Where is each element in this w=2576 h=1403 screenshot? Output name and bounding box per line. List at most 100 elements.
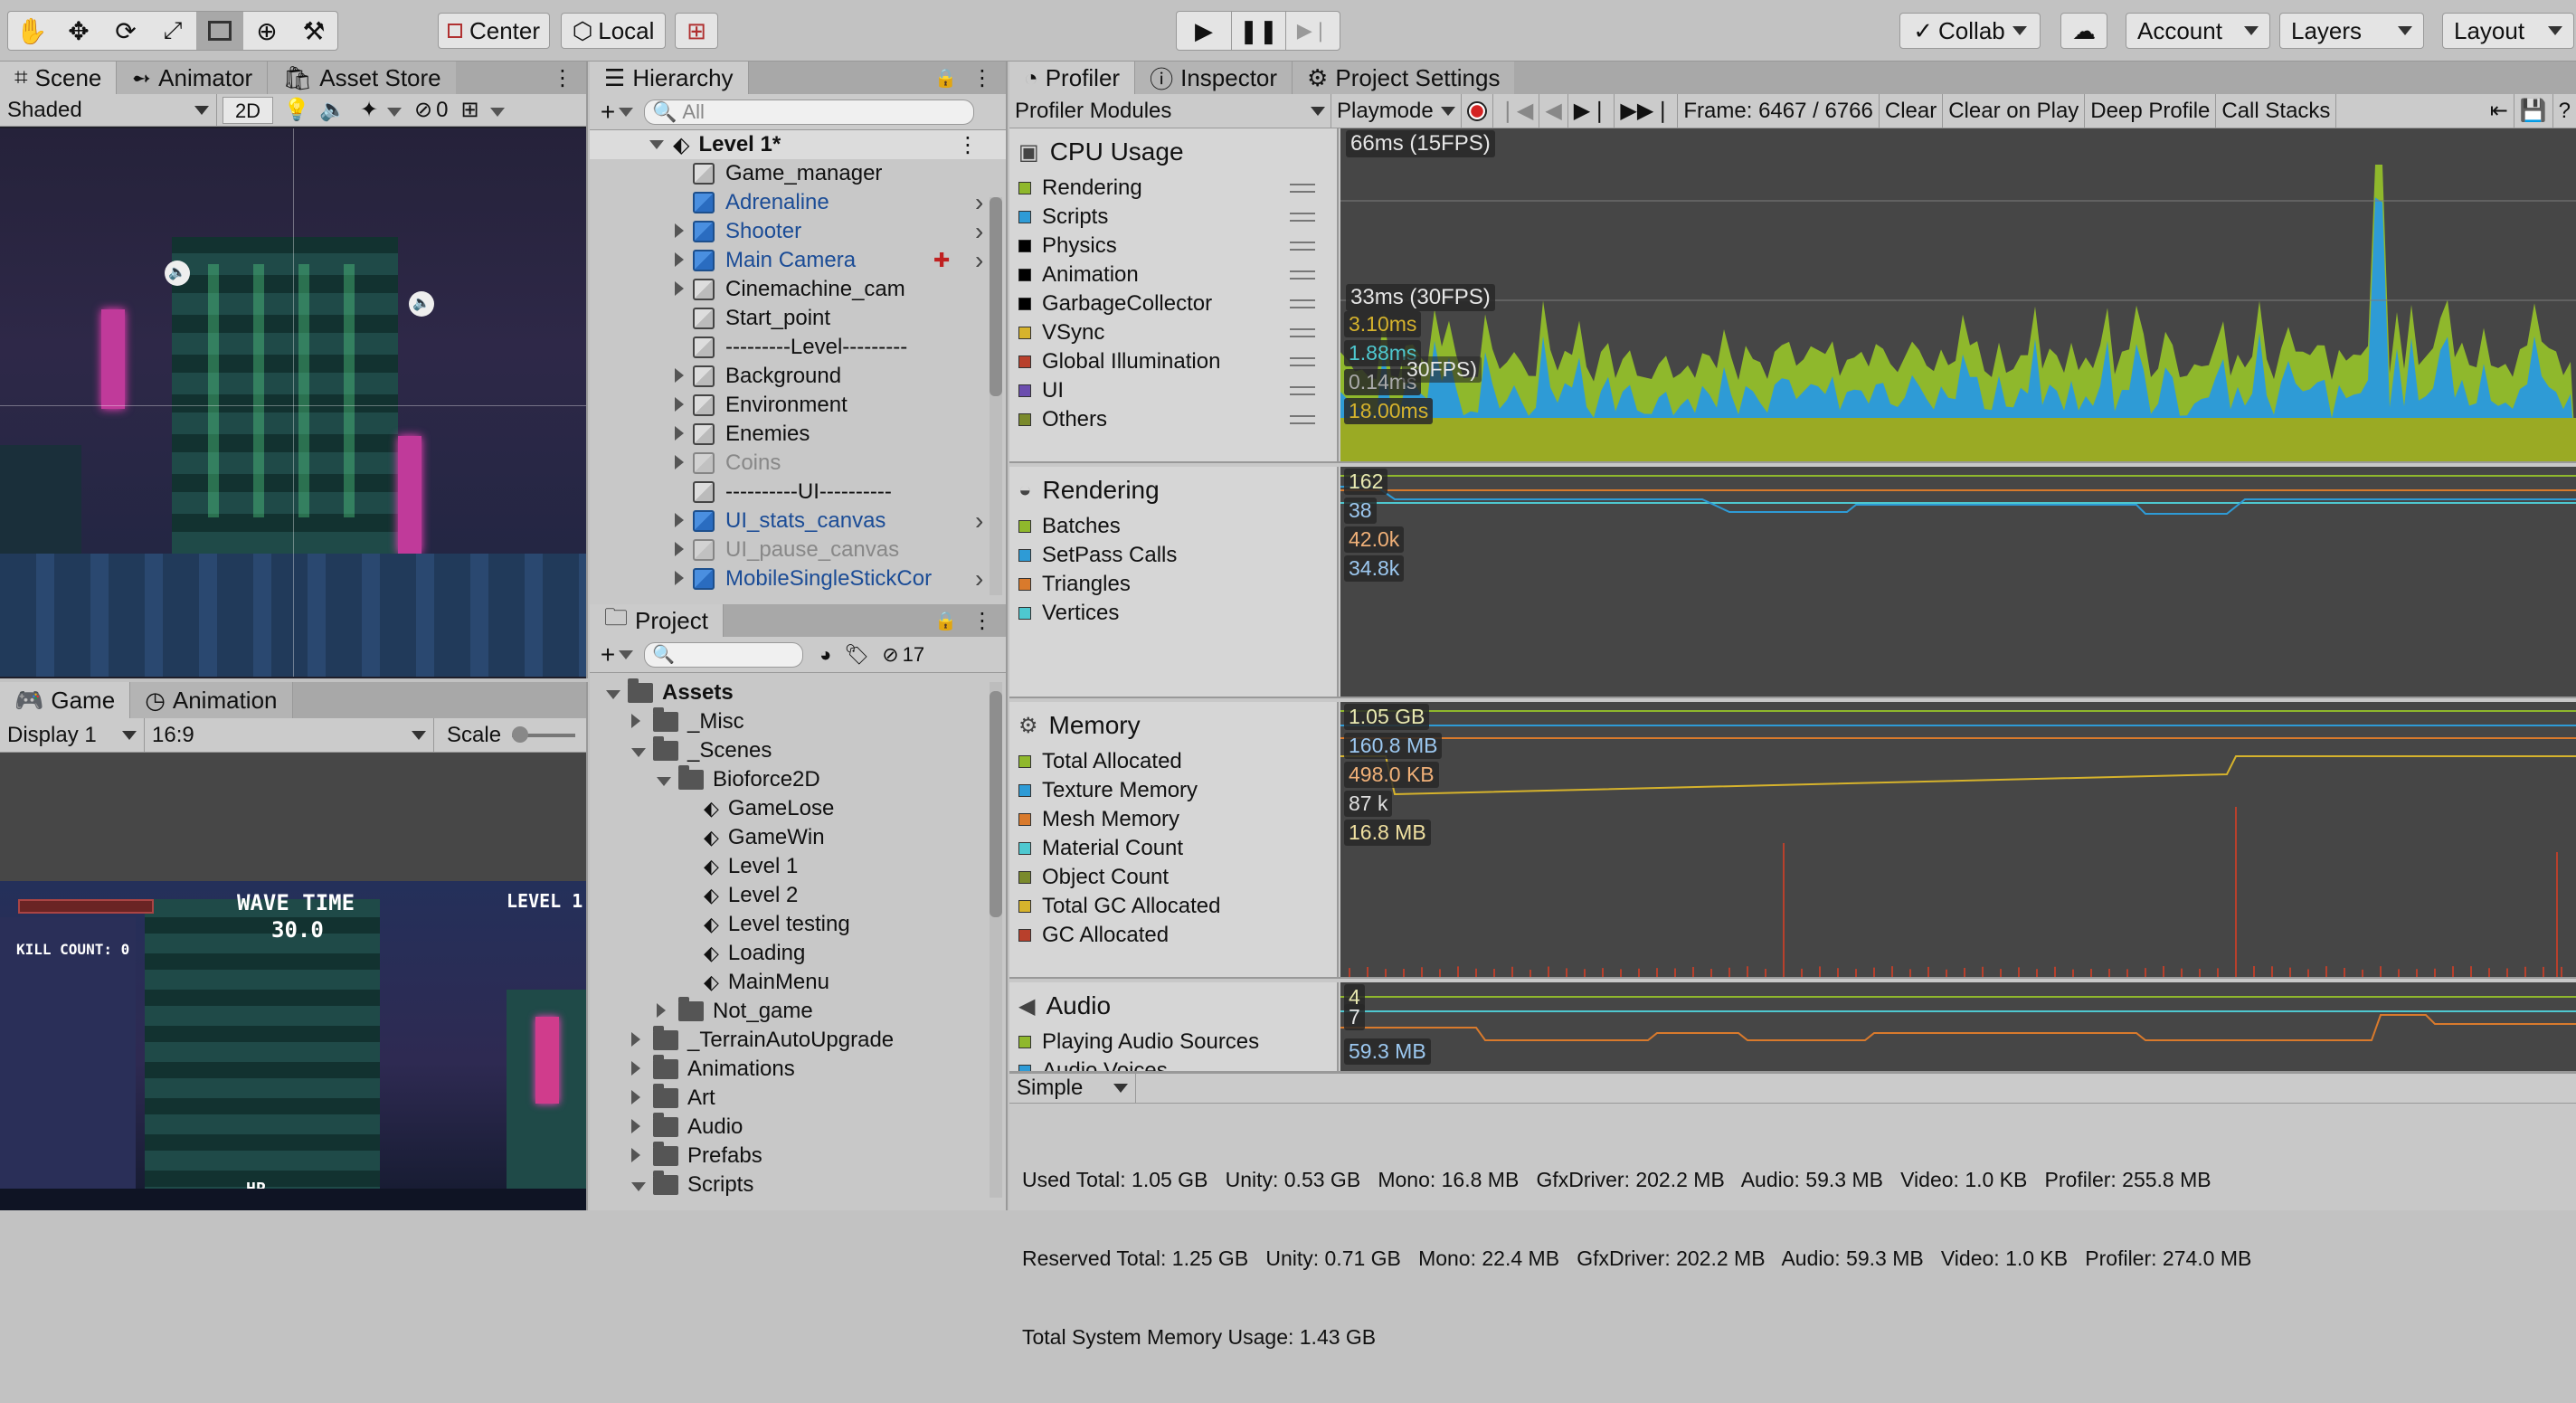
project-scrollbar[interactable] [990, 682, 1002, 1198]
project-item[interactable]: Assets [590, 678, 1006, 707]
clear-button[interactable]: Clear [1880, 93, 1944, 128]
tab-animation[interactable]: ◷ Animation [130, 682, 293, 718]
game-viewport[interactable]: KILL COUNT: 0 WAVE TIME 30.0 LEVEL 1 HP [0, 881, 586, 1210]
legend-item[interactable]: Batches [1018, 512, 1328, 541]
project-add-button[interactable]: + [590, 640, 644, 669]
legend-item[interactable]: GarbageCollector [1018, 289, 1328, 318]
drag-handle-icon[interactable] [1290, 415, 1315, 424]
expand-arrow-icon[interactable] [675, 450, 693, 476]
drag-handle-icon[interactable] [1290, 299, 1315, 308]
rect-tool-icon[interactable] [196, 12, 243, 50]
tab-project[interactable]: 🗀 Project [590, 603, 724, 637]
expand-arrow-icon[interactable] [657, 999, 678, 1024]
next-frame-icon[interactable]: ▶❘ [1568, 93, 1615, 128]
profiler-module[interactable]: ⚙ Memory Total Allocated Texture Memory Mesh… [1009, 702, 2576, 979]
scene-tab-menu-icon[interactable]: ⋮ [552, 65, 573, 91]
hierarchy-item[interactable]: MobileSingleStickCor › [590, 564, 1006, 593]
display-dropdown[interactable]: Display 1 [0, 717, 145, 753]
lighting-icon[interactable]: 💡 [279, 97, 315, 123]
legend-item[interactable]: Material Count [1018, 834, 1328, 863]
tab-animator[interactable]: ➻ Animator [117, 62, 269, 94]
hierarchy-add-button[interactable]: + [590, 98, 644, 127]
project-item[interactable]: _TerrainAutoUpgrade [590, 1026, 1006, 1055]
tab-hierarchy[interactable]: ☰ Hierarchy [590, 62, 749, 94]
tab-scene[interactable]: ⌗ Scene [0, 62, 118, 94]
expand-arrow-icon[interactable] [631, 1143, 653, 1169]
drag-handle-icon[interactable] [1290, 386, 1315, 395]
prefab-open-arrow-icon[interactable]: › [975, 507, 983, 536]
prefab-open-arrow-icon[interactable]: › [975, 564, 983, 593]
tab-asset-store[interactable]: 🛍 Asset Store [268, 62, 456, 94]
expand-arrow-icon[interactable] [657, 767, 678, 792]
project-item[interactable]: Animations [590, 1055, 1006, 1084]
legend-item[interactable]: Scripts [1018, 203, 1328, 232]
expand-arrow-icon[interactable] [675, 422, 693, 447]
project-item[interactable]: Prefabs [590, 1142, 1006, 1171]
profiler-module[interactable]: ◀ Audio Playing Audio Sources Audio Voices 4… [1009, 982, 2576, 1073]
project-lock-icon[interactable]: 🔒 [934, 610, 957, 632]
filter-by-label-icon[interactable]: 🏷 [844, 643, 869, 667]
legend-item[interactable]: Audio Voices [1018, 1057, 1328, 1071]
project-item[interactable]: ⬖ Loading [590, 939, 1006, 968]
legend-item[interactable]: GC Allocated [1018, 921, 1328, 950]
legend-item[interactable]: Playing Audio Sources [1018, 1028, 1328, 1057]
hierarchy-item[interactable]: Start_point [590, 304, 1006, 333]
module-chart[interactable]: 4 7 59.3 MB [1340, 982, 2576, 1071]
expand-arrow-icon[interactable] [631, 1028, 653, 1053]
project-item[interactable]: ⬖ GameLose [590, 794, 1006, 823]
expand-arrow-icon[interactable] [675, 508, 693, 534]
project-item[interactable]: Audio [590, 1113, 1006, 1142]
first-frame-icon[interactable]: ❘◀ [1493, 93, 1540, 128]
profiler-modules-dropdown[interactable]: Profiler Modules [1009, 93, 1331, 128]
lock-icon[interactable]: 🔒 [934, 67, 957, 90]
legend-item[interactable]: Mesh Memory [1018, 805, 1328, 834]
legend-item[interactable]: Total Allocated [1018, 747, 1328, 776]
grid-snap-button[interactable]: ⊞ [675, 13, 718, 49]
custom-tool-icon[interactable]: ⚒ [290, 12, 337, 50]
step-icon[interactable]: ▶❘ [1285, 12, 1340, 50]
playmode-dropdown[interactable]: Playmode [1331, 93, 1462, 128]
legend-item[interactable]: Rendering [1018, 174, 1328, 203]
scale-tool-icon[interactable]: ⤢ [149, 12, 196, 50]
audio-toggle-icon[interactable]: 🔈 [315, 97, 351, 123]
tab-inspector[interactable]: ⓘ Inspector [1135, 62, 1293, 94]
project-item[interactable]: Art [590, 1084, 1006, 1113]
project-item[interactable]: ⬖ Level 2 [590, 881, 1006, 910]
legend-item[interactable]: Physics [1018, 232, 1328, 261]
hierarchy-item[interactable]: ----------UI---------- [590, 478, 1006, 507]
pivot-local-button[interactable]: ⬡ Local [561, 13, 666, 49]
project-item[interactable]: Scripts [590, 1171, 1006, 1199]
cloud-button[interactable]: ☁ [2060, 13, 2107, 49]
expand-arrow-icon[interactable] [631, 1085, 653, 1111]
scene-expand-icon[interactable] [649, 140, 664, 149]
scene-root-menu-icon[interactable]: ⋮ [957, 132, 979, 158]
project-item[interactable]: _Misc [590, 707, 1006, 736]
hierarchy-item[interactable]: Environment [590, 391, 1006, 420]
legend-item[interactable]: Others [1018, 405, 1328, 434]
legend-item[interactable]: Vertices [1018, 599, 1328, 628]
hierarchy-scroll-thumb[interactable] [990, 197, 1002, 396]
drag-handle-icon[interactable] [1290, 213, 1315, 222]
hierarchy-item[interactable]: Coins [590, 449, 1006, 478]
profiler-module[interactable]: ◒ Rendering Batches SetPass Calls Triangles V… [1009, 467, 2576, 698]
project-item[interactable]: ⬖ Level 1 [590, 852, 1006, 881]
module-chart[interactable]: 162 38 42.0k 34.8k [1340, 467, 2576, 697]
tab-project-settings[interactable]: ⚙ Project Settings [1293, 62, 1515, 94]
effects-icon[interactable]: ✦ [351, 97, 387, 123]
effects-dropdown-icon[interactable] [387, 98, 405, 123]
hierarchy-search-input[interactable]: 🔍 All [644, 99, 974, 125]
project-scroll-thumb[interactable] [990, 691, 1002, 917]
project-item[interactable]: Bioforce2D [590, 765, 1006, 794]
hierarchy-item[interactable]: Main Camera ✚ › [590, 246, 1006, 275]
project-item[interactable]: ⬖ GameWin [590, 823, 1006, 852]
tab-game[interactable]: 🎮 Game [0, 682, 131, 718]
expand-arrow-icon[interactable] [631, 709, 653, 735]
hierarchy-item[interactable]: Adrenaline › [590, 188, 1006, 217]
record-button[interactable] [1462, 93, 1493, 128]
project-hidden-toggle[interactable]: ⊘ 17 [882, 643, 924, 667]
module-chart[interactable]: 66ms (15FPS) 33ms (30FPS) 3.10ms 1.88ms 0.14… [1340, 128, 2576, 461]
drag-handle-icon[interactable] [1290, 270, 1315, 280]
hand-tool-icon[interactable]: ✋ [8, 12, 55, 50]
expand-arrow-icon[interactable] [606, 680, 628, 706]
legend-item[interactable]: Total GC Allocated [1018, 892, 1328, 921]
